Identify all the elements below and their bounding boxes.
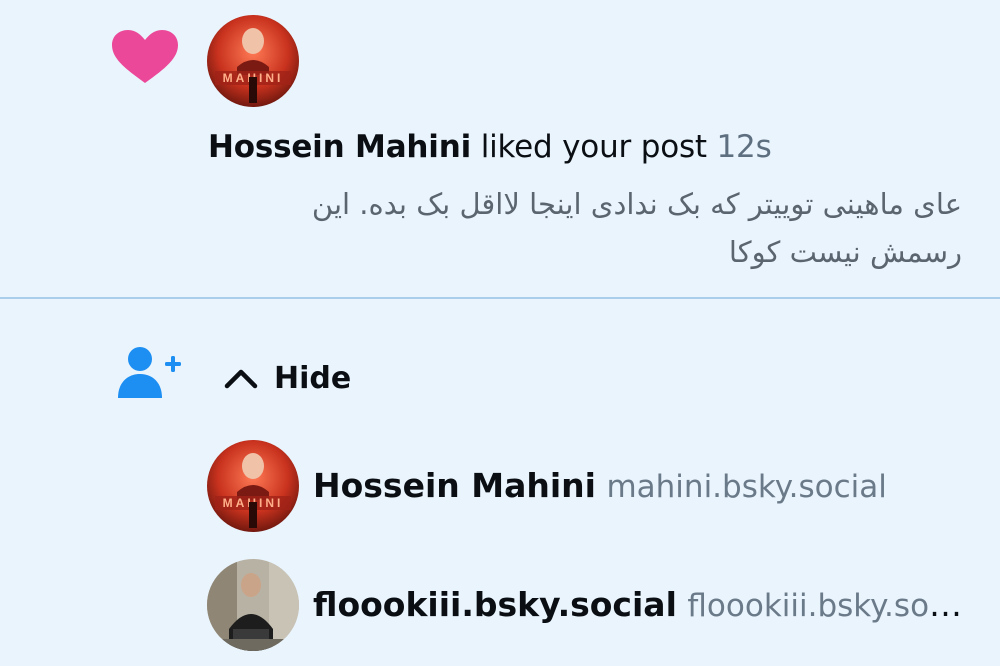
avatar[interactable]: MAHINI [207,440,299,532]
notification-headline: Hossein Mahini liked your post 12s [208,124,772,170]
avatar[interactable]: MAHINI [207,15,299,107]
actor-name[interactable]: Hossein Mahini [208,129,471,165]
hide-label: Hide [274,360,352,396]
user-info: floookiii.bsky.social floookiii.bsky.soc… [313,581,973,630]
person-add-icon [118,347,181,398]
user-info: Hossein Mahini mahini.bsky.social [313,462,973,511]
user-handle: mahini.bsky.social [606,469,887,505]
avatar[interactable] [207,559,299,651]
user-row[interactable]: MAHINI Hossein Mahini mahini.bsky.social [207,440,987,532]
heart-icon [112,30,178,83]
user-row[interactable]: floookiii.bsky.social floookiii.bsky.soc… [207,559,987,651]
like-notification[interactable]: MAHINI Hossein Mahini liked your post 12… [0,0,1000,298]
user-display-name: Hossein Mahini [313,466,596,505]
divider [0,297,1000,299]
timestamp: 12s [716,129,772,165]
user-display-name: floookiii.bsky.social [313,585,677,624]
chevron-up-icon [224,369,258,389]
post-preview-text: عای ماهینی توییتر که بک ندادی اینجا لااق… [311,187,962,269]
notification-action: liked your post [480,129,707,165]
hide-toggle-button[interactable]: Hide [222,356,351,400]
user-handle: floookiii.bsky.social [687,588,973,624]
